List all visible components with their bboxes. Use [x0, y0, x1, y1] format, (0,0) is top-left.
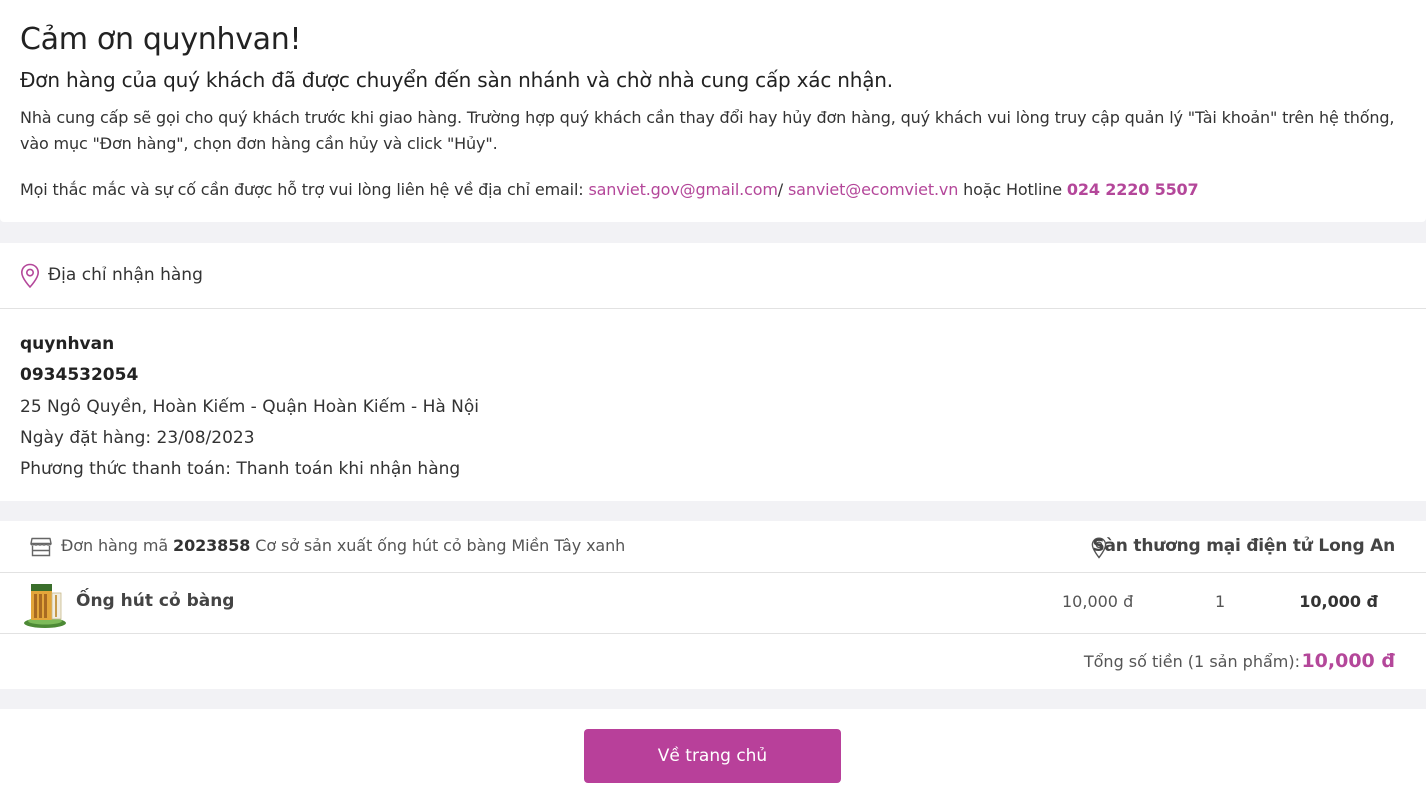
- product-thumbnail[interactable]: [22, 579, 68, 629]
- total-value: 10,000 đ: [1301, 650, 1395, 672]
- recipient-phone: 0934532054: [20, 365, 139, 386]
- order-total: Tổng số tiền (1 sản phẩm): 10,000 đ: [0, 634, 1426, 689]
- recipient-name: quynhvan: [20, 334, 115, 354]
- hotline-link[interactable]: 024 2220 5507: [1067, 180, 1199, 199]
- support-contact: Mọi thắc mắc và sự cố cần được hỗ trợ vu…: [20, 177, 1199, 203]
- email-link-1[interactable]: sanviet.gov@gmail.com: [588, 180, 778, 199]
- thanks-section: Cảm ơn quynhvan! Đơn hàng của quý khách …: [0, 0, 1426, 222]
- email-separator: /: [777, 180, 788, 199]
- contact-prefix: Mọi thắc mắc và sự cố cần được hỗ trợ vu…: [20, 180, 589, 199]
- footer-section: Về trang chủ: [0, 709, 1426, 788]
- marketplace-name[interactable]: Sàn thương mại điện tử Long An: [1092, 536, 1395, 556]
- order-item-row: Ống hút cỏ bàng 10,000 đ 1 10,000 đ: [0, 573, 1426, 634]
- shipping-address-section: Địa chỉ nhận hàng quynhvan 0934532054 25…: [0, 243, 1426, 501]
- email-link-2[interactable]: sanviet@ecomviet.vn: [788, 180, 958, 199]
- product-price: 10,000 đ: [1062, 592, 1134, 611]
- order-title: Đơn hàng mã 2023858 Cơ sở sản xuất ống h…: [61, 536, 625, 555]
- home-button[interactable]: Về trang chủ: [584, 729, 841, 783]
- address-info: quynhvan 0934532054 25 Ngô Quyền, Hoàn K…: [20, 329, 479, 485]
- order-prefix: Đơn hàng mã: [61, 536, 174, 555]
- order-status-subtitle: Đơn hàng của quý khách đã được chuyển đế…: [20, 68, 893, 92]
- map-pin-icon: [20, 263, 40, 289]
- product-name[interactable]: Ống hút cỏ bàng: [76, 591, 234, 611]
- address-title: Địa chỉ nhận hàng: [48, 265, 203, 285]
- store-icon: [30, 537, 52, 557]
- payment-method: Phương thức thanh toán: Thanh toán khi n…: [20, 459, 461, 480]
- order-code: 2023858: [173, 536, 251, 555]
- seller-name: Cơ sở sản xuất ống hút cỏ bàng Miền Tây …: [250, 536, 626, 555]
- product-quantity: 1: [1215, 592, 1226, 611]
- product-subtotal: 10,000 đ: [1299, 592, 1378, 611]
- order-date: Ngày đặt hàng: 23/08/2023: [20, 427, 255, 448]
- address-header: Địa chỉ nhận hàng: [0, 243, 1426, 309]
- total-label: Tổng số tiền (1 sản phẩm):: [1083, 652, 1300, 671]
- order-section: Đơn hàng mã 2023858 Cơ sở sản xuất ống h…: [0, 521, 1426, 689]
- order-header: Đơn hàng mã 2023858 Cơ sở sản xuất ống h…: [0, 521, 1426, 573]
- hotline-prefix: hoặc Hotline: [958, 180, 1067, 199]
- page-title: Cảm ơn quynhvan!: [20, 22, 302, 57]
- recipient-address: 25 Ngô Quyền, Hoàn Kiếm - Quận Hoàn Kiếm…: [20, 396, 480, 417]
- order-note: Nhà cung cấp sẽ gọi cho quý khách trước …: [20, 108, 1395, 153]
